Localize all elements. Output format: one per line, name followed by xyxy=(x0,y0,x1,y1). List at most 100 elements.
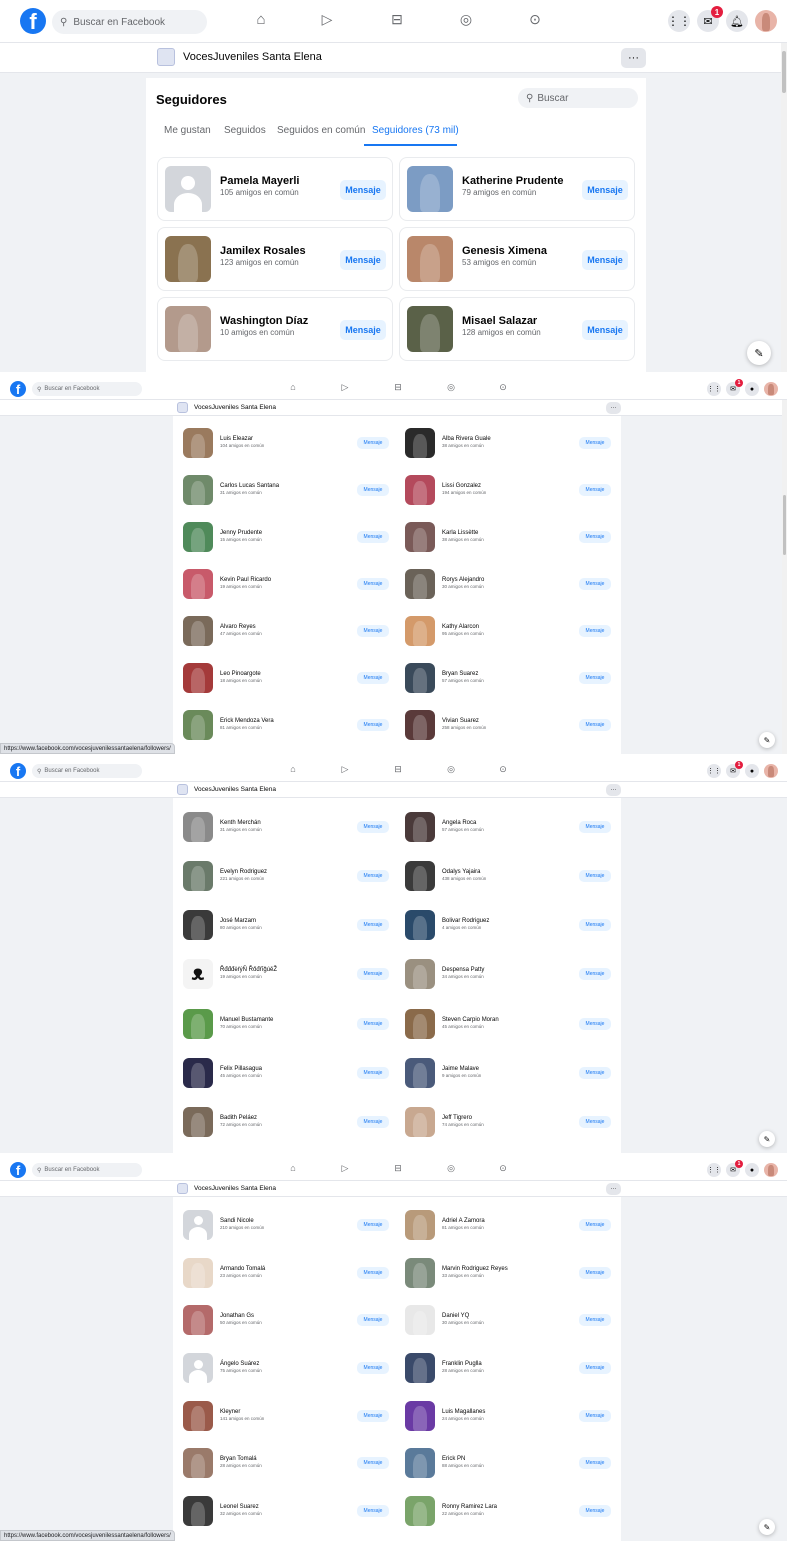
compose-message-icon[interactable]: ✎ xyxy=(747,341,771,365)
message-button[interactable]: Mensaje xyxy=(357,484,389,497)
profile-photo[interactable] xyxy=(405,959,435,990)
message-button[interactable]: Mensaje xyxy=(579,718,611,731)
mutual-friends-count[interactable]: 438 amigos en común xyxy=(442,876,486,881)
mutual-friends-count[interactable]: 81 amigos en común xyxy=(220,725,262,730)
search-input[interactable]: ⚲ Buscar en Facebook xyxy=(32,382,142,396)
follower-name[interactable]: Despensa Patty xyxy=(442,967,484,973)
follower-name[interactable]: Franklin Puglla xyxy=(442,1361,482,1367)
mutual-friends-count[interactable]: 30 amigos en común xyxy=(442,584,484,589)
follower-name[interactable]: Kevin Paul Ricardo xyxy=(220,577,271,583)
message-button[interactable]: Mensaje xyxy=(357,671,389,684)
follower-name[interactable]: Jenny Prudente xyxy=(220,530,262,536)
more-options-button[interactable]: ··· xyxy=(606,402,621,414)
profile-photo[interactable] xyxy=(183,662,213,693)
message-button[interactable]: Mensaje xyxy=(340,320,386,340)
mutual-friends-count[interactable]: 123 amigos en común xyxy=(220,258,299,267)
mutual-friends-count[interactable]: 38 amigos en común xyxy=(442,537,484,542)
mutual-friends-count[interactable]: 74 amigos en común xyxy=(442,1122,484,1127)
notifications-icon[interactable]: ● xyxy=(745,764,759,778)
more-options-button[interactable]: ··· xyxy=(606,1183,621,1195)
follower-name[interactable]: Karla Lissètte xyxy=(442,530,478,536)
profile-photo[interactable] xyxy=(183,1305,213,1336)
page-name[interactable]: VocesJuveniles Santa Elena xyxy=(183,51,322,63)
mutual-friends-count[interactable]: 258 amigos en común xyxy=(442,725,486,730)
compose-message-icon[interactable]: ✎ xyxy=(759,732,775,748)
profile-photo[interactable] xyxy=(405,568,435,599)
mutual-friends-count[interactable]: 81 amigos en común xyxy=(442,1225,484,1230)
profile-photo[interactable] xyxy=(165,166,211,212)
mutual-friends-count[interactable]: 47 amigos en común xyxy=(220,631,262,636)
scrollbar-thumb[interactable] xyxy=(783,495,786,555)
follower-name[interactable]: ŘđđđėŕýŇ ŘőđŕĭğúěŽ xyxy=(220,967,277,973)
message-button[interactable]: Mensaje xyxy=(582,320,628,340)
gaming-icon[interactable]: ⊙ xyxy=(496,1163,510,1177)
mutual-friends-count[interactable]: 24 amigos en común xyxy=(442,1416,484,1421)
mutual-friends-count[interactable]: 30 amigos en común xyxy=(442,1320,484,1325)
profile-photo[interactable]: ᴥ xyxy=(183,959,213,990)
follower-name[interactable]: Manuel Bustamante xyxy=(220,1017,273,1023)
mutual-friends-count[interactable]: 53 amigos en común xyxy=(462,258,536,267)
page-logo[interactable] xyxy=(177,1183,188,1194)
search-input[interactable]: ⚲ Buscar en Facebook xyxy=(32,764,142,778)
follower-name[interactable]: Odalys Yajaira xyxy=(442,869,480,875)
mutual-friends-count[interactable]: 38 amigos en común xyxy=(442,443,484,448)
profile-photo[interactable] xyxy=(183,1058,213,1089)
follower-name[interactable]: Alvaro Reyes xyxy=(220,624,256,630)
profile-photo[interactable] xyxy=(183,811,213,842)
profile-photo[interactable] xyxy=(407,306,453,352)
profile-photo[interactable] xyxy=(183,615,213,646)
facebook-logo[interactable]: f xyxy=(10,1162,26,1178)
scrollbar-thumb[interactable] xyxy=(782,51,786,93)
profile-photo[interactable] xyxy=(405,811,435,842)
message-button[interactable]: Mensaje xyxy=(579,919,611,932)
gaming-icon[interactable]: ⊙ xyxy=(525,11,545,31)
profile-photo[interactable] xyxy=(405,1352,435,1383)
profile-photo[interactable] xyxy=(183,910,213,941)
follower-name[interactable]: Vivian Suarez xyxy=(442,718,479,724)
message-button[interactable]: Mensaje xyxy=(579,1218,611,1231)
home-icon[interactable]: ⌂ xyxy=(286,382,300,396)
profile-photo[interactable] xyxy=(183,709,213,740)
more-options-button[interactable]: ··· xyxy=(621,48,646,68)
follower-name[interactable]: Bolivar Rodriguez xyxy=(442,918,489,924)
follower-name[interactable]: Jamilex Rosales xyxy=(220,245,306,257)
mutual-friends-count[interactable]: 34 amigos en común xyxy=(442,974,484,979)
message-button[interactable]: Mensaje xyxy=(340,180,386,200)
mutual-friends-count[interactable]: 15 amigos en común xyxy=(220,537,262,542)
messenger-icon[interactable]: ✉ 1 xyxy=(726,761,743,778)
message-button[interactable]: Mensaje xyxy=(579,1457,611,1470)
follower-name[interactable]: Leo Pinoargote xyxy=(220,671,261,677)
profile-photo[interactable] xyxy=(183,1209,213,1240)
mutual-friends-count[interactable]: 19 amigos en común xyxy=(220,584,262,589)
message-button[interactable]: Mensaje xyxy=(357,718,389,731)
profile-photo[interactable] xyxy=(405,1209,435,1240)
profile-photo[interactable] xyxy=(405,428,435,459)
profile-photo[interactable] xyxy=(183,860,213,891)
follower-name[interactable]: Angela Roca xyxy=(442,820,476,826)
message-button[interactable]: Mensaje xyxy=(579,484,611,497)
profile-photo[interactable] xyxy=(405,1008,435,1039)
compose-message-icon[interactable]: ✎ xyxy=(759,1131,775,1147)
message-button[interactable]: Mensaje xyxy=(579,1409,611,1422)
follower-name[interactable]: Pamela Mayerli xyxy=(220,175,300,187)
message-button[interactable]: Mensaje xyxy=(579,968,611,981)
profile-photo[interactable] xyxy=(405,1257,435,1288)
watch-icon[interactable]: ▷ xyxy=(338,382,352,396)
profile-photo[interactable] xyxy=(183,475,213,506)
message-button[interactable]: Mensaje xyxy=(357,577,389,590)
profile-photo[interactable] xyxy=(405,1400,435,1431)
facebook-logo[interactable]: f xyxy=(20,8,46,34)
profile-photo[interactable] xyxy=(165,236,211,282)
groups-icon[interactable]: ◎ xyxy=(456,11,476,31)
follower-name[interactable]: Kathy Alarcon xyxy=(442,624,479,630)
mutual-friends-count[interactable]: 95 amigos en común xyxy=(442,631,484,636)
messenger-icon[interactable]: ✉ 1 xyxy=(697,6,723,32)
home-icon[interactable]: ⌂ xyxy=(251,11,271,31)
mutual-friends-count[interactable]: 33 amigos en común xyxy=(442,1273,484,1278)
follower-name[interactable]: Luis Magallanes xyxy=(442,1409,485,1415)
mutual-friends-count[interactable]: 105 amigos en común xyxy=(220,188,299,197)
follower-name[interactable]: Misael Salazar xyxy=(462,315,537,327)
search-input[interactable]: ⚲ Buscar en Facebook xyxy=(32,1163,142,1177)
mutual-friends-count[interactable]: 22 amigos en común xyxy=(442,1511,484,1516)
profile-photo[interactable] xyxy=(405,522,435,553)
